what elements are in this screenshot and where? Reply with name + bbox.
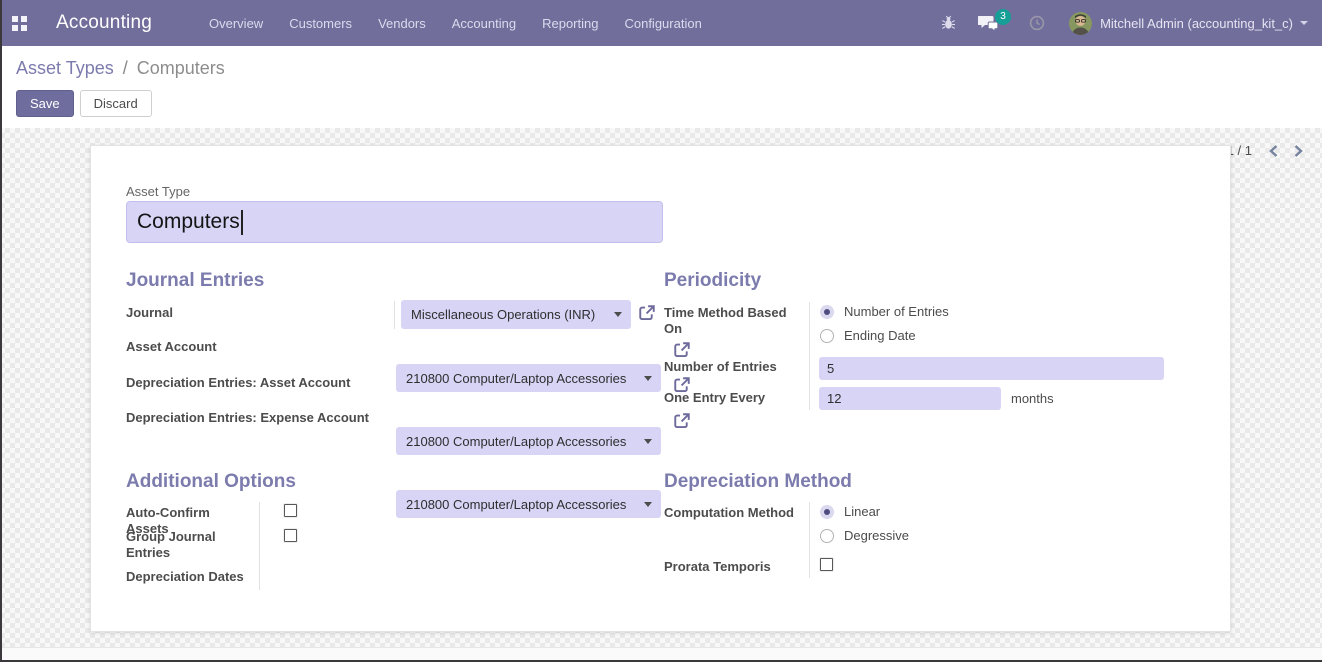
form-sheet: Asset Type Computers Journal Entries Jou… <box>90 145 1231 632</box>
section-periodicity: Periodicity <box>664 270 761 292</box>
separator <box>809 502 810 578</box>
breadcrumb-separator: / <box>119 58 132 78</box>
radio-degressive-label[interactable]: Degressive <box>844 528 909 543</box>
auto-confirm-assets-checkbox[interactable] <box>284 504 297 517</box>
messages-icon[interactable]: 3 <box>978 15 999 32</box>
radio-linear-label[interactable]: Linear <box>844 504 880 519</box>
depreciation-asset-account-dropdown[interactable]: 210800 Computer/Laptop Accessories <box>396 427 661 455</box>
window-left-edge <box>0 0 2 662</box>
radio-ending-date[interactable] <box>820 329 834 343</box>
time-method-label: Time Method Based On <box>664 305 788 337</box>
separator <box>259 502 260 590</box>
dropdown-caret-icon <box>614 312 622 317</box>
section-depreciation-method: Depreciation Method <box>664 471 852 493</box>
breadcrumb-current: Computers <box>137 58 225 78</box>
depreciation-expense-external-link-icon[interactable] <box>673 412 691 430</box>
asset-account-external-link-icon[interactable] <box>673 341 691 359</box>
user-avatar[interactable] <box>1069 12 1092 35</box>
asset-type-input[interactable]: Computers <box>126 201 663 243</box>
save-button[interactable]: Save <box>16 90 74 117</box>
asset-type-label: Asset Type <box>126 184 190 199</box>
months-unit-label: months <box>1011 391 1054 406</box>
prorata-temporis-label: Prorata Temporis <box>664 559 771 575</box>
one-entry-every-label: One Entry Every <box>664 390 765 406</box>
section-journal-entries: Journal Entries <box>126 270 264 292</box>
number-of-entries-input[interactable] <box>819 357 1164 380</box>
separator <box>809 302 810 410</box>
apps-menu-icon[interactable] <box>12 16 27 31</box>
menu-customers[interactable]: Customers <box>289 16 352 31</box>
control-panel: Asset Types / Computers Save Discard 1 /… <box>0 46 1322 128</box>
radio-linear[interactable] <box>820 505 834 519</box>
depreciation-expense-account-label: Depreciation Entries: Expense Account <box>126 410 369 426</box>
activities-clock-icon[interactable] <box>1029 15 1045 31</box>
app-title[interactable]: Accounting <box>56 12 152 34</box>
dropdown-caret-icon <box>644 376 652 381</box>
one-entry-every-input[interactable] <box>819 387 1001 410</box>
depreciation-asset-account-label: Depreciation Entries: Asset Account <box>126 375 350 391</box>
group-journal-entries-label: Group Journal Entries <box>126 529 226 561</box>
prorata-temporis-checkbox[interactable] <box>820 558 833 571</box>
journal-dropdown[interactable]: Miscellaneous Operations (INR) <box>401 300 631 329</box>
user-menu-caret-icon[interactable] <box>1300 21 1308 25</box>
debug-bug-icon[interactable] <box>941 15 956 31</box>
radio-ending-date-label[interactable]: Ending Date <box>844 328 916 343</box>
messages-count-badge: 3 <box>995 9 1011 25</box>
main-menu: Overview Customers Vendors Accounting Re… <box>209 16 702 31</box>
dropdown-caret-icon <box>644 502 652 507</box>
radio-number-of-entries[interactable] <box>820 305 834 319</box>
radio-number-of-entries-label[interactable]: Number of Entries <box>844 304 949 319</box>
number-of-entries-label: Number of Entries <box>664 359 777 375</box>
group-journal-entries-checkbox[interactable] <box>284 529 297 542</box>
journal-label: Journal <box>126 305 173 321</box>
menu-configuration[interactable]: Configuration <box>624 16 701 31</box>
journal-external-link-icon[interactable] <box>638 304 656 322</box>
user-menu[interactable]: Mitchell Admin (accounting_kit_c) <box>1100 16 1293 31</box>
asset-account-dropdown[interactable]: 210800 Computer/Laptop Accessories <box>396 364 661 392</box>
depreciation-dates-label: Depreciation Dates <box>126 569 244 585</box>
radio-degressive[interactable] <box>820 529 834 543</box>
menu-accounting[interactable]: Accounting <box>452 16 516 31</box>
form-view-background: Asset Type Computers Journal Entries Jou… <box>0 128 1322 647</box>
pager: 1 / 1 <box>1227 143 1304 158</box>
menu-overview[interactable]: Overview <box>209 16 263 31</box>
separator <box>394 301 395 329</box>
text-cursor <box>241 210 243 235</box>
footer-strip <box>0 647 1322 660</box>
menu-vendors[interactable]: Vendors <box>378 16 426 31</box>
menu-reporting[interactable]: Reporting <box>542 16 598 31</box>
computation-method-label: Computation Method <box>664 505 799 521</box>
pager-next-icon[interactable] <box>1293 144 1304 158</box>
asset-account-label: Asset Account <box>126 339 217 355</box>
discard-button[interactable]: Discard <box>80 90 152 117</box>
breadcrumb: Asset Types / Computers <box>16 58 1306 79</box>
depreciation-expense-account-dropdown[interactable]: 210800 Computer/Laptop Accessories <box>396 490 661 518</box>
top-navbar: Accounting Overview Customers Vendors Ac… <box>0 0 1322 46</box>
breadcrumb-asset-types[interactable]: Asset Types <box>16 58 114 78</box>
section-additional-options: Additional Options <box>126 471 296 493</box>
dropdown-caret-icon <box>644 439 652 444</box>
pager-previous-icon[interactable] <box>1268 144 1279 158</box>
